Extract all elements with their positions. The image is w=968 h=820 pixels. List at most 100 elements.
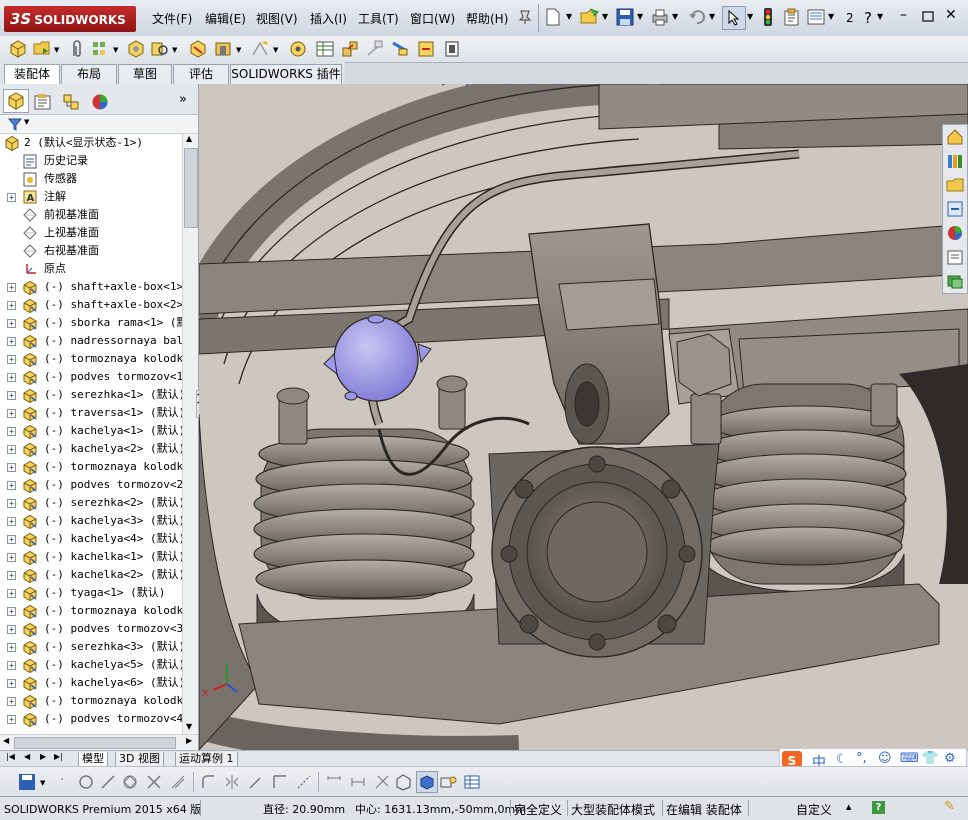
expand-plus-icon[interactable]: + — [7, 553, 16, 562]
configuration-manager-tab-icon[interactable] — [62, 93, 80, 111]
new-dropdown-icon[interactable]: ▼ — [566, 12, 572, 21]
file-explorer-icon[interactable] — [946, 176, 964, 194]
mirror-icon[interactable] — [224, 774, 240, 790]
polygon-icon[interactable] — [122, 774, 138, 790]
menu-help[interactable]: 帮助(H) — [466, 10, 508, 27]
skin-shirt-icon[interactable]: 👕 — [922, 751, 938, 766]
design-library-icon[interactable] — [946, 152, 964, 170]
file-properties-icon[interactable] — [783, 8, 801, 26]
trim-icon[interactable] — [146, 774, 162, 790]
custom-properties-icon[interactable] — [946, 248, 964, 266]
insert-components-icon[interactable] — [8, 39, 28, 59]
ime-tools-icon[interactable]: ⚙ — [944, 751, 956, 766]
expand-plus-icon[interactable]: + — [7, 409, 16, 418]
solidworks-logo[interactable]: 3S SOLIDWORKS — [4, 6, 136, 32]
help-question-icon[interactable]: ? — [872, 801, 885, 814]
tree-item[interactable]: + (-) serezhka<3> (默认) — [0, 638, 182, 656]
tree-item[interactable]: + (-) tyaga<1> (默认) — [0, 584, 182, 602]
help-dropdown-icon[interactable]: ▼ — [877, 12, 883, 21]
menu-insert[interactable]: 插入(I) — [310, 10, 347, 27]
tree-item[interactable]: + (-) nadressornaya balka — [0, 332, 182, 350]
mate-paperclip-icon[interactable] — [68, 39, 86, 59]
scroll-right-arrow-icon[interactable]: ▶ — [186, 736, 192, 745]
instant3d-icon[interactable] — [442, 39, 462, 59]
horizontal-dimension-icon[interactable] — [350, 774, 366, 790]
tree-item[interactable]: + (-) podves tormozov<4> — [0, 710, 182, 728]
tree-item[interactable]: + (-) kachelya<1> (默认) — [0, 422, 182, 440]
keyboard-icon[interactable]: ⌨ — [900, 751, 919, 766]
tree-item[interactable]: + (-) kachelya<6> (默认) — [0, 674, 182, 692]
add-relation-icon[interactable] — [374, 774, 390, 790]
expand-plus-icon[interactable]: + — [7, 283, 16, 292]
unit-system[interactable]: 自定义 — [796, 801, 832, 818]
tree-item[interactable]: + (-) tormoznaya kolodka< — [0, 602, 182, 620]
tree-item[interactable]: 原点 — [0, 260, 182, 278]
new-part-icon[interactable] — [32, 39, 52, 59]
punctuation-icon[interactable]: °, — [856, 751, 867, 766]
expand-plus-icon[interactable]: + — [7, 661, 16, 670]
extend-icon[interactable] — [248, 774, 264, 790]
tab-sketch[interactable]: 草图 — [118, 64, 172, 84]
tree-root-assembly[interactable]: 2 (默认<显示状态-1>) — [0, 134, 182, 152]
options-icon[interactable] — [807, 8, 825, 26]
tree-item[interactable]: + (-) shaft+axle-box<2> ( — [0, 296, 182, 314]
expand-plus-icon[interactable]: + — [7, 355, 16, 364]
open-folder-icon[interactable] — [580, 8, 600, 26]
tab-scroll-prev-icon[interactable]: ◀ — [24, 752, 30, 761]
dropdown-icon[interactable]: ▼ — [273, 46, 278, 54]
expand-plus-icon[interactable]: + — [7, 679, 16, 688]
expand-plus-icon[interactable]: + — [7, 427, 16, 436]
hscroll-thumb[interactable] — [14, 737, 176, 749]
filter-dropdown-icon[interactable]: ▼ — [24, 118, 29, 126]
help-button[interactable]: ? — [864, 9, 872, 27]
rebuild-traffic-light-icon[interactable] — [761, 7, 775, 27]
tab-motion-study[interactable]: 运动算例 1 — [175, 752, 238, 767]
point-icon[interactable]: · — [60, 772, 64, 788]
expand-plus-icon[interactable]: + — [7, 697, 16, 706]
pin-menu-icon[interactable] — [518, 9, 532, 25]
tab-scroll-first-icon[interactable]: |◀ — [6, 752, 15, 761]
print-icon[interactable] — [651, 8, 669, 26]
menu-window[interactable]: 窗口(W) — [410, 10, 455, 27]
scrollbar-thumb[interactable] — [184, 148, 198, 228]
convert-entities-icon[interactable] — [272, 774, 288, 790]
expand-plus-icon[interactable]: + — [7, 373, 16, 382]
close-icon[interactable]: ✕ — [945, 7, 957, 23]
expand-plus-icon[interactable]: + — [7, 319, 16, 328]
offset-icon[interactable] — [170, 774, 186, 790]
edit-appearance-icon[interactable] — [597, 84, 613, 86]
interference-detection-icon[interactable] — [390, 39, 410, 59]
tree-item[interactable]: 右视基准面 — [0, 242, 182, 260]
assembly-features-icon[interactable] — [213, 39, 233, 59]
expand-plus-icon[interactable]: + — [7, 301, 16, 310]
tab-model[interactable]: 模型 — [78, 752, 108, 767]
feature-tree-scrollbar[interactable]: ▲ ▼ — [182, 134, 198, 734]
menu-view[interactable]: 视图(V) — [256, 10, 298, 27]
expand-plus-icon[interactable]: + — [7, 625, 16, 634]
tab-3d-view[interactable]: 3D 视图 — [115, 752, 164, 767]
open-dropdown-icon[interactable]: ▼ — [602, 12, 608, 21]
scroll-down-arrow-icon[interactable]: ▼ — [186, 722, 192, 731]
move-component-icon[interactable] — [150, 39, 170, 59]
expand-plus-icon[interactable]: + — [7, 715, 16, 724]
scroll-up-arrow-icon[interactable]: ▲ — [186, 134, 192, 143]
display-manager-tab-icon[interactable] — [91, 93, 109, 111]
graphics-area[interactable]: X ⧉ ⇔ – ▫ ✕ — [199, 84, 968, 750]
expand-plus-icon[interactable]: + — [7, 193, 16, 202]
emoji-icon[interactable]: ☺ — [878, 751, 892, 766]
smart-fasteners-icon[interactable] — [126, 39, 146, 59]
tree-item[interactable]: + (-) tormoznaya kolodka< — [0, 692, 182, 710]
moon-halfwidth-icon[interactable]: ☾ — [836, 752, 848, 767]
expand-panel-chevron-icon[interactable]: » — [179, 92, 187, 107]
print-dropdown-icon[interactable]: ▼ — [672, 12, 678, 21]
dropdown-icon[interactable]: ▼ — [236, 46, 241, 54]
tab-layout[interactable]: 布局 — [61, 64, 117, 84]
3d-box-icon[interactable] — [394, 773, 412, 791]
expand-plus-icon[interactable]: + — [7, 589, 16, 598]
save-dropdown-icon[interactable]: ▼ — [637, 12, 643, 21]
linear-pattern-icon[interactable] — [91, 39, 111, 59]
tree-item[interactable]: + (-) serezhka<2> (默认) — [0, 494, 182, 512]
view-orientation-icon[interactable] — [525, 84, 541, 86]
minimize-icon[interactable]: – — [900, 7, 907, 23]
tree-item[interactable]: 传感器 — [0, 170, 182, 188]
